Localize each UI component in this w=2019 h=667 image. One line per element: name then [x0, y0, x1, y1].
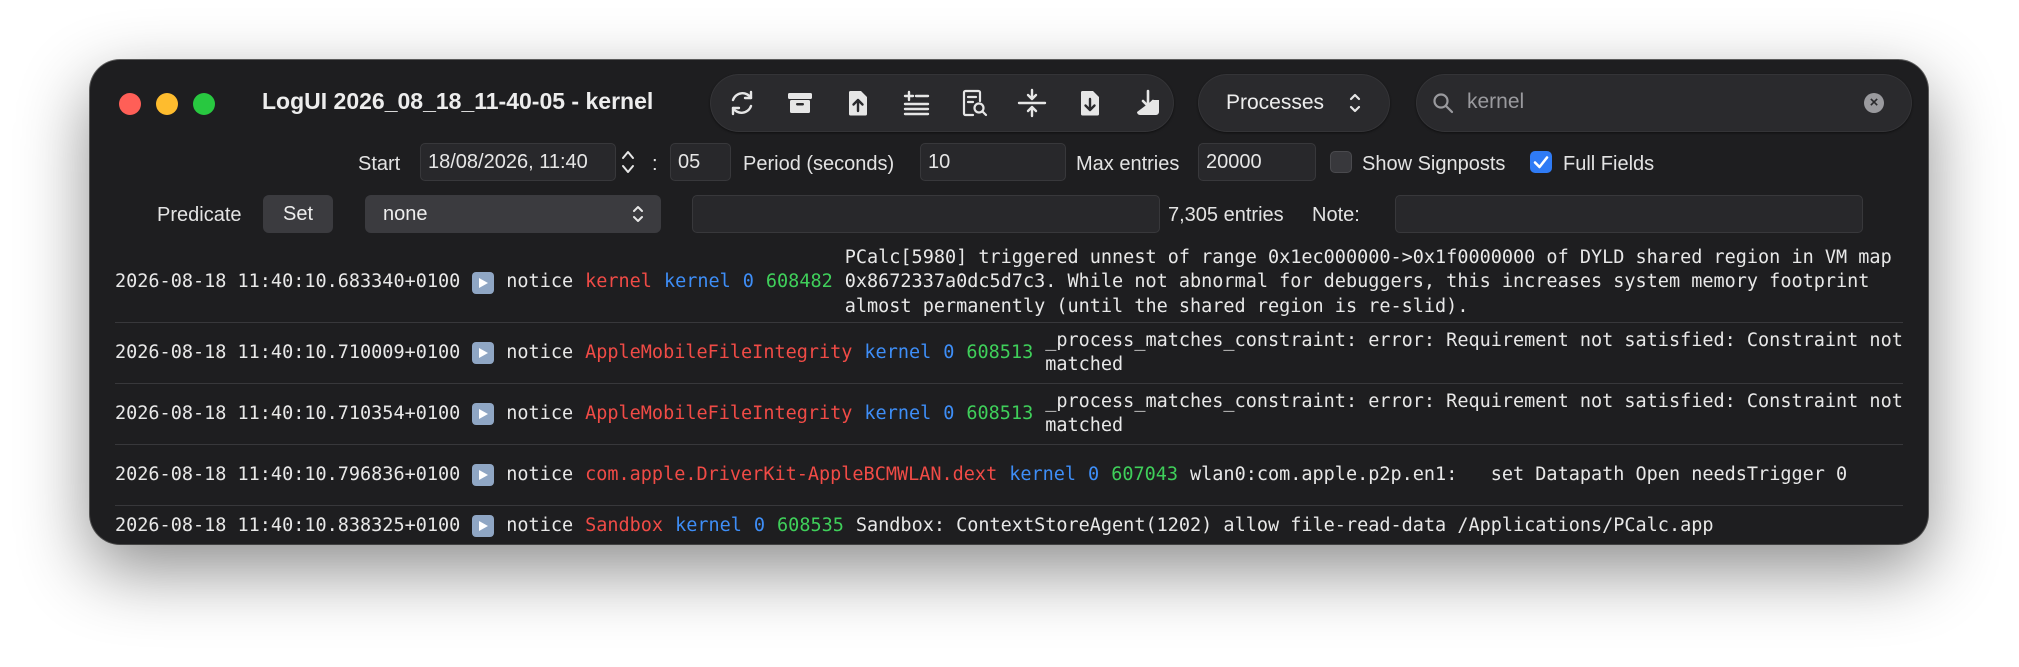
- export-button[interactable]: [839, 84, 877, 122]
- row-pid: 0: [943, 402, 955, 424]
- share-icon: [849, 91, 867, 116]
- notice-play-icon: [472, 342, 495, 364]
- notice-play-icon: [472, 515, 495, 537]
- add-list-icon: [903, 90, 930, 116]
- save-tray-icon: [1137, 89, 1159, 115]
- date-stepper-icon[interactable]: [618, 146, 638, 178]
- row-process: AppleMobileFileIntegrity: [585, 402, 853, 424]
- predicate-text-field[interactable]: [692, 195, 1160, 233]
- row-subsystem: kernel: [675, 514, 742, 536]
- note-field[interactable]: [1395, 195, 1863, 233]
- row-pid: 0: [742, 271, 754, 293]
- start-date-field[interactable]: 18/08/2026, 11:40: [420, 143, 616, 181]
- row-process: Sandbox: [585, 514, 664, 536]
- row-timestamp: 2026-08-18 11:40:10.838325+0100: [115, 514, 461, 536]
- full-fields-checkbox[interactable]: [1530, 151, 1552, 173]
- set-predicate-button[interactable]: Set: [263, 195, 333, 233]
- row-timestamp: 2026-08-18 11:40:10.683340+0100: [115, 271, 461, 293]
- period-field[interactable]: 10: [920, 143, 1066, 181]
- row-subsystem: kernel: [864, 402, 932, 424]
- entries-count: 7,305 entries: [1168, 204, 1284, 226]
- row-subsystem: kernel: [663, 271, 731, 293]
- search-icon: [1433, 93, 1454, 114]
- row-level: notice: [506, 341, 574, 363]
- refresh-button[interactable]: [723, 84, 761, 122]
- add-entry-button[interactable]: [897, 84, 935, 122]
- log-row[interactable]: 2026-08-18 11:40:10.710354+0100 notice A…: [115, 384, 1903, 445]
- row-thread: 608482: [765, 271, 833, 293]
- save-button[interactable]: [1129, 84, 1167, 122]
- max-entries-field[interactable]: 20000: [1198, 143, 1316, 181]
- process-selector[interactable]: Processes: [1198, 74, 1390, 132]
- notice-play-icon: [472, 403, 495, 425]
- chevron-up-down-icon: [633, 206, 643, 222]
- log-row[interactable]: 2026-08-18 11:40:10.796836+0100 notice c…: [115, 445, 1903, 506]
- row-pid: 0: [1088, 463, 1100, 485]
- predicate-select[interactable]: none: [365, 195, 661, 233]
- row-process: AppleMobileFileIntegrity: [585, 341, 853, 363]
- row-process: com.apple.DriverKit-AppleBCMWLAN.dext: [585, 463, 998, 485]
- search-input[interactable]: kernel: [1467, 90, 1524, 114]
- row-level: notice: [506, 514, 574, 536]
- row-level: notice: [506, 402, 574, 424]
- clear-search-icon[interactable]: ×: [1864, 93, 1884, 113]
- period-label: Period (seconds): [743, 153, 895, 175]
- toolbar-button-group: [710, 74, 1174, 132]
- predicate-select-value: none: [383, 203, 428, 225]
- row-subsystem: kernel: [1009, 463, 1077, 485]
- row-message: Sandbox: ContextStoreAgent(1202) allow f…: [855, 514, 1714, 536]
- row-timestamp: 2026-08-18 11:40:10.710009+0100: [115, 341, 461, 363]
- row-thread: 608513: [966, 341, 1034, 363]
- checkmark-icon: [1533, 156, 1549, 169]
- chevron-up-down-icon: [1349, 93, 1361, 113]
- row-thread: 608535: [777, 514, 844, 536]
- collapse-button[interactable]: [1013, 84, 1051, 122]
- log-list[interactable]: 2026-08-18 11:40:10.683340+0100 notice k…: [115, 243, 1903, 544]
- row-thread: 608513: [966, 402, 1034, 424]
- find-in-document-icon: [962, 89, 988, 117]
- collapse-icon: [1017, 88, 1047, 118]
- row-timestamp: 2026-08-18 11:40:10.710354+0100: [115, 402, 461, 424]
- row-level: notice: [506, 463, 574, 485]
- seconds-field[interactable]: 05: [670, 143, 731, 181]
- notice-play-icon: [472, 464, 495, 486]
- time-separator: :: [652, 153, 658, 175]
- search-field[interactable]: kernel ×: [1416, 74, 1912, 132]
- log-row[interactable]: 2026-08-18 11:40:10.710009+0100 notice A…: [115, 323, 1903, 384]
- show-signposts-label: Show Signposts: [1362, 153, 1506, 175]
- row-thread: 607043: [1111, 463, 1179, 485]
- import-button[interactable]: [1071, 84, 1109, 122]
- show-signposts-checkbox[interactable]: [1330, 151, 1352, 173]
- zoom-window-button[interactable]: [193, 93, 215, 115]
- download-document-icon: [1081, 91, 1099, 116]
- archive-button[interactable]: [781, 84, 819, 122]
- max-entries-label: Max entries: [1076, 153, 1180, 175]
- title-bar: LogUI 2026_08_18_11-40-05 - kernel Proce…: [90, 60, 1928, 146]
- full-fields-label: Full Fields: [1563, 153, 1655, 175]
- find-in-log-button[interactable]: [955, 84, 993, 122]
- row-message: PCalc[5980] triggered unnest of range 0x…: [844, 246, 1903, 317]
- row-pid: 0: [753, 514, 766, 536]
- log-row[interactable]: 2026-08-18 11:40:10.683340+0100 notice k…: [115, 243, 1903, 323]
- start-label: Start: [358, 153, 401, 175]
- row-level: notice: [506, 271, 574, 293]
- row-subsystem: kernel: [864, 341, 932, 363]
- log-window: LogUI 2026_08_18_11-40-05 - kernel Proce…: [90, 60, 1928, 544]
- row-message: wlan0:com.apple.p2p.en1: set Datapath Op…: [1190, 463, 1848, 485]
- close-window-button[interactable]: [119, 93, 141, 115]
- row-message: _process_matches_constraint: error: Requ…: [1045, 390, 1914, 437]
- refresh-icon: [731, 90, 753, 116]
- minimize-window-button[interactable]: [156, 93, 178, 115]
- row-process: kernel: [585, 271, 652, 293]
- archive-icon: [788, 93, 812, 113]
- row-timestamp: 2026-08-18 11:40:10.796836+0100: [115, 463, 461, 485]
- process-selector-label: Processes: [1226, 91, 1325, 114]
- log-row[interactable]: 2026-08-18 11:40:10.838325+0100 notice S…: [115, 506, 1903, 544]
- row-message: _process_matches_constraint: error: Requ…: [1045, 329, 1914, 376]
- predicate-label: Predicate: [157, 204, 242, 226]
- row-pid: 0: [943, 341, 955, 363]
- note-label: Note:: [1312, 204, 1360, 226]
- notice-play-icon: [472, 271, 495, 294]
- window-title: LogUI 2026_08_18_11-40-05 - kernel: [262, 88, 654, 114]
